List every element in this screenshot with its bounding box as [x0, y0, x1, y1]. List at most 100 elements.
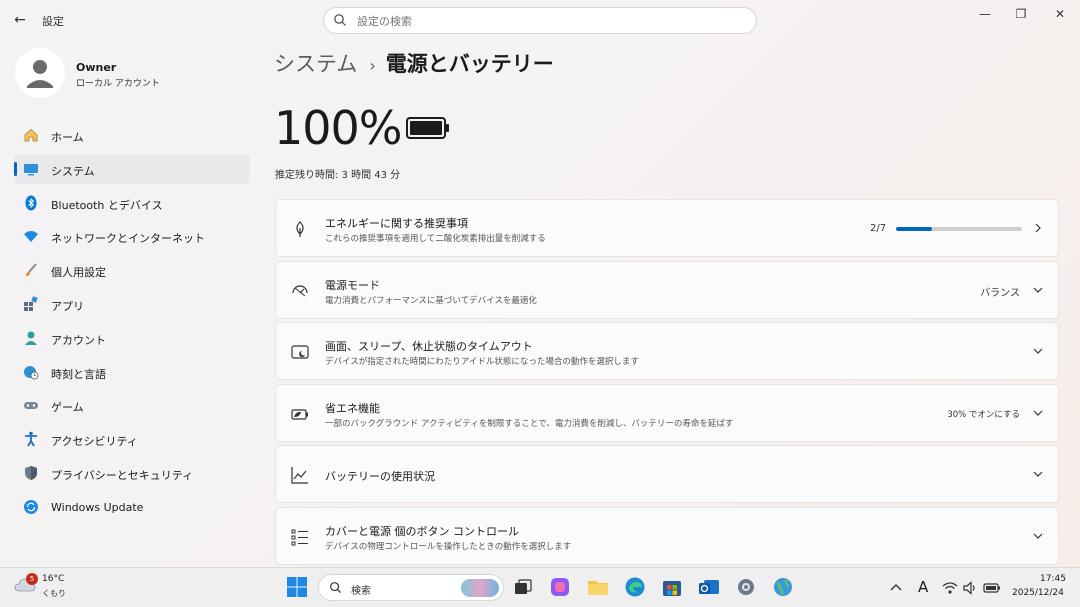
windows-start-icon[interactable]: [286, 576, 308, 598]
globe-clock-icon: [24, 365, 39, 379]
update-icon: [24, 499, 38, 514]
recommendations-progress-label: 2/7: [870, 223, 887, 234]
sidebar-item-label: アカウント: [51, 333, 106, 347]
sidebar-item-label: Bluetooth とデバイス: [51, 198, 163, 212]
progress-fill: [896, 227, 932, 231]
battery-time-remaining: 推定残り時間: 3 時間 43 分: [275, 170, 401, 181]
page-title: 電源とバッテリー: [385, 52, 554, 76]
sidebar-item-label: ネットワークとインターネット: [51, 232, 205, 246]
settings-search-input[interactable]: [357, 12, 737, 30]
sidebar-item-home[interactable]: ホーム: [14, 120, 250, 150]
profile-name: Owner: [76, 61, 117, 74]
sidebar-item-personalization[interactable]: 個人用設定: [14, 255, 250, 285]
file-explorer-icon[interactable]: [587, 576, 609, 598]
avatar[interactable]: [15, 48, 65, 98]
sidebar-item-apps[interactable]: アプリ: [14, 289, 250, 319]
card-title: バッテリーの使用状況: [325, 470, 435, 483]
search-highlight-art: [461, 579, 499, 597]
battery-icon: [406, 117, 449, 139]
chevron-down-icon: [1033, 533, 1043, 539]
chevron-down-icon: [1033, 287, 1043, 293]
power-mode-value[interactable]: バランス: [980, 284, 1020, 299]
apps-icon: [24, 296, 38, 311]
sidebar-item-label: ゲーム: [51, 401, 84, 415]
battery-usage-card[interactable]: バッテリーの使用状況: [275, 445, 1059, 503]
microsoft-store-icon[interactable]: [661, 576, 683, 598]
app-title: 設定: [42, 15, 64, 28]
sidebar-nav: ホーム システム Bluetooth とデバイス ネットワークとインターネット …: [14, 120, 250, 526]
gamepad-icon: [24, 402, 38, 410]
energy-saver-value[interactable]: 30% でオンにする: [947, 408, 1020, 420]
sidebar-item-label: プライバシーとセキュリティ: [51, 468, 194, 482]
breadcrumb: システム › 電源とバッテリー: [274, 48, 554, 78]
card-title: エネルギーに関する推奨事項: [325, 217, 468, 230]
screen-sleep-timeout-card[interactable]: 画面、スリープ、休止状態のタイムアウト デバイスが指定された時間にわたりアイドル…: [275, 322, 1059, 380]
screen-sleep-icon: [291, 345, 309, 359]
sidebar-item-label: ホーム: [51, 131, 84, 144]
sidebar-item-network[interactable]: ネットワークとインターネット: [14, 221, 250, 251]
weather-temperature: 16°C: [42, 574, 65, 584]
home-icon: [24, 128, 38, 142]
chevron-down-icon: [1033, 471, 1043, 477]
edge-browser-icon[interactable]: [624, 576, 646, 598]
bluetooth-icon: [25, 195, 37, 211]
usage-chart-icon: [291, 467, 308, 484]
search-icon: [334, 14, 346, 26]
volume-icon[interactable]: [962, 580, 978, 596]
sidebar-item-label: アクセシビリティ: [51, 435, 138, 449]
chevron-right-icon: [1035, 223, 1041, 233]
title-bar: ← 設定 — ❐ ✕: [0, 0, 1080, 40]
battery-tray-icon[interactable]: [983, 580, 1001, 596]
sidebar-item-label: Windows Update: [51, 500, 144, 514]
sidebar-item-privacy[interactable]: プライバシーとセキュリティ: [14, 458, 250, 488]
maximize-button[interactable]: ❐: [1006, 4, 1036, 24]
sidebar-item-time-language[interactable]: 時刻と言語: [14, 357, 250, 387]
energy-saver-card[interactable]: 省エネ機能 一部のバックグラウンド アクティビティを制限することで、電力消費を削…: [275, 384, 1059, 442]
brush-icon: [26, 263, 37, 277]
settings-window: ← 設定 — ❐ ✕ Owner ローカル アカウント ホーム システム Blu…: [0, 0, 1080, 567]
sidebar-item-system[interactable]: システム: [14, 153, 250, 184]
clock-date[interactable]: 2025/12/24: [1012, 588, 1064, 598]
minimize-button[interactable]: —: [970, 4, 1000, 24]
weather-condition: くもり: [42, 589, 66, 598]
settings-app-icon[interactable]: [735, 576, 757, 598]
wifi-icon[interactable]: [942, 580, 958, 596]
lid-power-buttons-card[interactable]: カバーと電源 個のボタン コントロール デバイスの物理コントロールを操作したとき…: [275, 507, 1059, 565]
power-mode-card[interactable]: 電源モード 電力消費とパフォーマンスに基づいてデバイスを最適化 バランス: [275, 261, 1059, 319]
card-title: カバーと電源 個のボタン コントロール: [325, 525, 519, 538]
energy-recommendations-card[interactable]: エネルギーに関する推奨事項 これらの推奨事項を適用して二酸化炭素排出量を削減する…: [275, 199, 1059, 257]
chevron-down-icon: [1033, 410, 1043, 416]
sidebar-item-bluetooth[interactable]: Bluetooth とデバイス: [14, 188, 250, 218]
chevron-down-icon: [1033, 348, 1043, 354]
sidebar-item-windows-update[interactable]: Windows Update: [14, 492, 250, 522]
card-description: 一部のバックグラウンド アクティビティを制限することで、電力消費を削減し、バッテ…: [325, 419, 734, 429]
recommendations-progress-bar: [896, 227, 1022, 231]
task-view-icon[interactable]: [512, 576, 534, 598]
taskbar-search-label: 検索: [351, 586, 371, 597]
breadcrumb-parent[interactable]: システム: [274, 52, 357, 76]
leaf-icon: [296, 221, 304, 237]
sidebar-item-label: 個人用設定: [51, 266, 106, 280]
sidebar-item-accessibility[interactable]: アクセシビリティ: [14, 424, 250, 454]
account-icon: [25, 331, 37, 345]
card-title: 電源モード: [325, 279, 380, 292]
battery-percentage: 100%: [274, 101, 403, 155]
chevron-up-icon[interactable]: [888, 580, 904, 596]
outlook-icon[interactable]: [698, 576, 720, 598]
sidebar-item-label: システム: [51, 164, 95, 178]
back-button[interactable]: ←: [10, 10, 30, 30]
copilot-icon[interactable]: [549, 576, 571, 598]
card-title: 省エネ機能: [325, 402, 380, 415]
globe-app-icon[interactable]: [772, 576, 794, 598]
sidebar-item-gaming[interactable]: ゲーム: [14, 390, 250, 420]
energy-saver-icon: [291, 409, 308, 420]
card-title: 画面、スリープ、休止状態のタイムアウト: [325, 340, 533, 353]
clock-time[interactable]: 17:45: [1040, 574, 1066, 584]
taskbar-search[interactable]: 検索: [318, 574, 504, 601]
settings-search-box[interactable]: [323, 7, 757, 34]
accessibility-icon: [25, 431, 37, 447]
card-description: 電力消費とパフォーマンスに基づいてデバイスを最適化: [325, 296, 537, 306]
ime-indicator[interactable]: A: [918, 578, 928, 596]
sidebar-item-accounts[interactable]: アカウント: [14, 323, 250, 353]
close-button[interactable]: ✕: [1045, 4, 1075, 24]
